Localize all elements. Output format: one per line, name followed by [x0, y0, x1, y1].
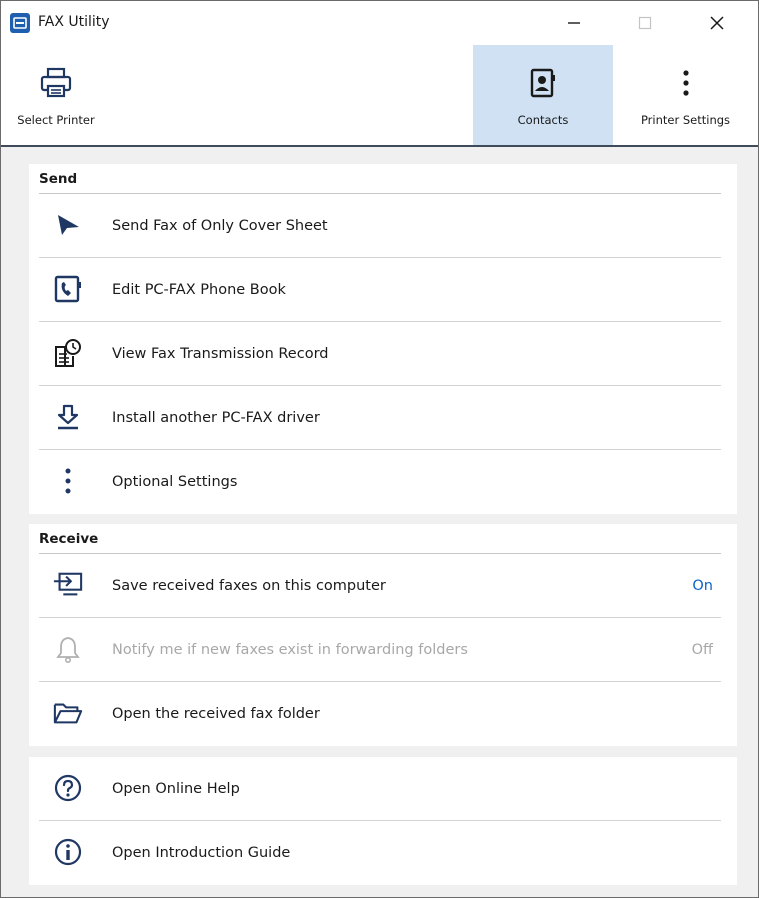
- install-driver-label: Install another PC-FAX driver: [112, 410, 320, 426]
- save-to-computer-icon: [53, 570, 83, 600]
- toolbar: Select Printer Contacts Printer Settings: [1, 45, 758, 147]
- save-received-faxes-item[interactable]: Save received faxes on this computer On: [39, 554, 721, 618]
- title-bar: FAX Utility: [1, 1, 758, 45]
- save-received-faxes-status: On: [692, 578, 713, 594]
- receive-section: Receive Save received faxes on this comp…: [29, 524, 737, 746]
- download-icon: [53, 402, 83, 432]
- printer-settings-button[interactable]: Printer Settings: [613, 45, 758, 145]
- contacts-icon: [530, 68, 555, 98]
- minimize-icon: [568, 22, 580, 24]
- view-transmission-record-item[interactable]: View Fax Transmission Record: [39, 322, 721, 386]
- more-vertical-icon: [682, 70, 689, 96]
- bell-icon: [53, 634, 83, 664]
- close-button[interactable]: [689, 1, 745, 45]
- send-cover-sheet-item[interactable]: Send Fax of Only Cover Sheet: [39, 194, 721, 258]
- send-section: Send Send Fax of Only Cover Sheet Edit P…: [29, 164, 737, 514]
- help-section: Open Online Help Open Introduction Guide: [29, 757, 737, 885]
- optional-settings-item[interactable]: Optional Settings: [39, 450, 721, 514]
- send-cover-sheet-label: Send Fax of Only Cover Sheet: [112, 218, 328, 234]
- save-received-faxes-label: Save received faxes on this computer: [112, 578, 386, 594]
- notify-new-faxes-status: Off: [691, 642, 713, 658]
- printer-icon: [40, 67, 72, 98]
- edit-phone-book-label: Edit PC-FAX Phone Book: [112, 282, 286, 298]
- open-fax-folder-label: Open the received fax folder: [112, 706, 320, 722]
- contacts-button[interactable]: Contacts: [473, 45, 613, 145]
- close-icon: [710, 16, 724, 30]
- more-vertical-icon: [53, 466, 83, 496]
- view-transmission-record-label: View Fax Transmission Record: [112, 346, 329, 362]
- open-introduction-guide-label: Open Introduction Guide: [112, 845, 291, 861]
- optional-settings-label: Optional Settings: [112, 474, 238, 490]
- maximize-button: [617, 1, 673, 45]
- open-online-help-label: Open Online Help: [112, 781, 240, 797]
- notify-new-faxes-item: Notify me if new faxes exist in forwardi…: [39, 618, 721, 682]
- send-heading: Send: [39, 164, 721, 194]
- minimize-button[interactable]: [546, 1, 602, 45]
- contacts-label: Contacts: [517, 113, 569, 127]
- edit-phone-book-item[interactable]: Edit PC-FAX Phone Book: [39, 258, 721, 322]
- install-driver-item[interactable]: Install another PC-FAX driver: [39, 386, 721, 450]
- select-printer-label: Select Printer: [17, 113, 95, 127]
- receive-heading: Receive: [39, 524, 721, 554]
- window-title: FAX Utility: [38, 14, 110, 30]
- maximize-icon: [638, 16, 652, 30]
- fax-utility-window: FAX Utility Select Printer Contacts Prin…: [0, 0, 759, 898]
- open-online-help-item[interactable]: Open Online Help: [39, 757, 721, 821]
- help-circle-icon: [53, 773, 83, 803]
- notify-new-faxes-label: Notify me if new faxes exist in forwardi…: [112, 642, 468, 658]
- open-fax-folder-item[interactable]: Open the received fax folder: [39, 682, 721, 746]
- info-circle-icon: [53, 837, 83, 867]
- fax-utility-app-icon: [10, 13, 30, 33]
- phone-book-icon: [53, 274, 83, 304]
- transmission-record-icon: [53, 338, 83, 368]
- select-printer-button[interactable]: Select Printer: [1, 45, 111, 145]
- printer-settings-label: Printer Settings: [640, 113, 731, 127]
- open-introduction-guide-item[interactable]: Open Introduction Guide: [39, 821, 721, 885]
- send-arrow-icon: [53, 210, 83, 240]
- folder-open-icon: [53, 698, 83, 728]
